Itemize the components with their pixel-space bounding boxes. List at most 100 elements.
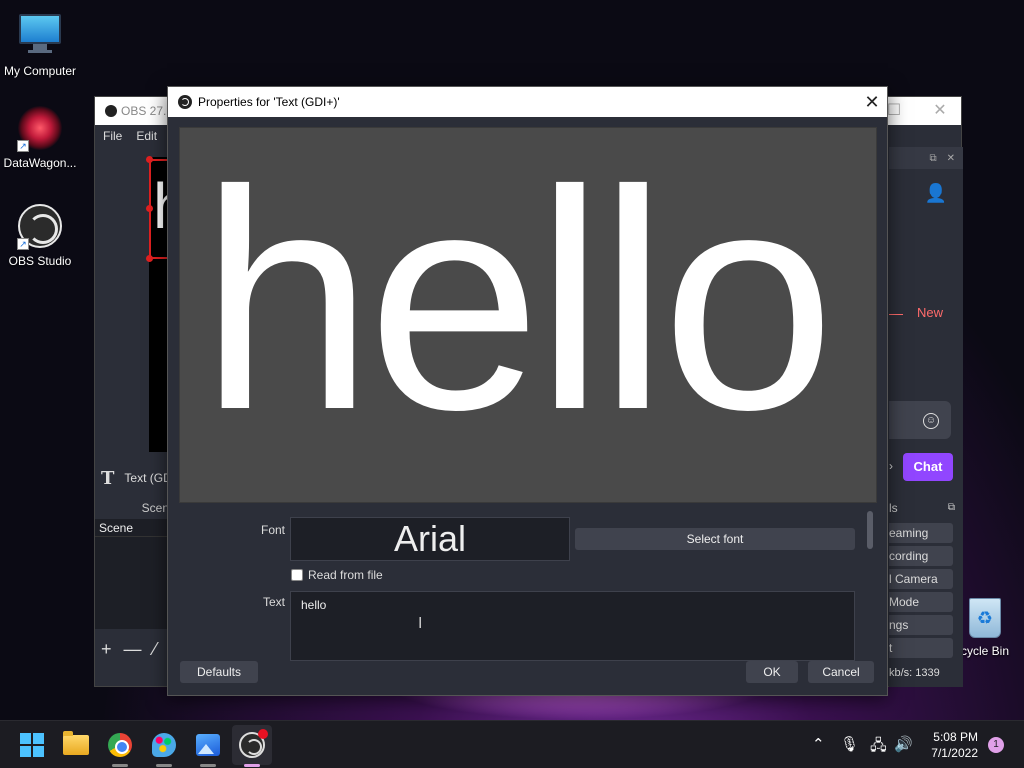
chat-button[interactable]: Chat (903, 453, 953, 481)
taskbar: ⌃ 🎙 🖧 🔊 5:08 PM 7/1/2022 1 (0, 720, 1024, 768)
start-button[interactable] (16, 729, 48, 761)
emoji-icon[interactable]: ☺ (923, 413, 939, 429)
microphone-icon[interactable]: 🎙 (840, 735, 859, 753)
dialog-footer: Defaults OK Cancel (168, 661, 887, 695)
text-input[interactable]: hello I (290, 591, 855, 661)
studio-mode-button[interactable]: Mode (889, 592, 953, 612)
shortcut-arrow-icon: ↗ (17, 238, 29, 250)
menu-file[interactable]: File (103, 129, 122, 143)
read-from-file-row[interactable]: Read from file (291, 568, 383, 582)
properties-dialog: Properties for 'Text (GDI+)' ✕ hello Fon… (167, 86, 888, 696)
volume-icon[interactable]: 🔊 (894, 735, 913, 753)
start-streaming-button[interactable]: eaming (889, 523, 953, 543)
properties-panel: Font Arial Select font Read from file Te… (168, 505, 889, 661)
running-indicator (244, 764, 260, 767)
windows-icon (20, 733, 44, 757)
select-font-button[interactable]: Select font (575, 528, 855, 550)
float-icon[interactable]: ⧉ (929, 153, 936, 164)
taskbar-photos[interactable] (192, 729, 224, 767)
read-from-file-checkbox[interactable] (291, 569, 303, 581)
exit-button[interactable]: t (889, 638, 953, 658)
notification-badge[interactable]: 1 (988, 737, 1004, 753)
dialog-titlebar: Properties for 'Text (GDI+)' ✕ (168, 87, 887, 117)
recording-indicator (258, 729, 268, 739)
controls-header-label: ls (889, 501, 898, 515)
scenes-dock-header: Scen (95, 497, 169, 519)
running-indicator (156, 764, 172, 767)
virtual-camera-button[interactable]: l Camera (889, 569, 953, 589)
running-indicator (112, 764, 128, 767)
add-scene-button[interactable]: + (101, 639, 112, 660)
taskbar-obs[interactable] (236, 729, 268, 767)
close-icon[interactable]: ✕ (857, 87, 887, 117)
paint-icon (152, 733, 176, 757)
float-icon[interactable]: ⧉ (948, 497, 955, 519)
obs-icon: ↗ (17, 204, 63, 250)
photos-icon (196, 734, 220, 756)
shortcut-arrow-icon: ↗ (17, 140, 29, 152)
scenes-list[interactable]: Scene (95, 519, 169, 629)
monitor-icon (17, 14, 63, 60)
close-icon[interactable]: ✕ (917, 97, 963, 125)
defaults-button[interactable]: Defaults (180, 661, 258, 683)
users-icon[interactable]: 👤 (925, 183, 947, 204)
ok-button[interactable]: OK (746, 661, 798, 683)
preview-text: hello (200, 127, 835, 475)
running-indicator (200, 764, 216, 767)
text-label: Text (262, 595, 285, 609)
chevron-up-icon[interactable]: ⌃ (812, 735, 825, 753)
close-icon[interactable]: ✕ (947, 153, 955, 164)
cancel-button[interactable]: Cancel (808, 661, 874, 683)
desktop-icon-datawagon[interactable]: ↗ DataWagon... (0, 106, 80, 170)
controls-dock-header: ls ⧉ (889, 497, 963, 519)
text-input-value: hello (301, 598, 327, 612)
source-name: Text (GD (124, 471, 169, 485)
menu-edit[interactable]: Edit (136, 129, 157, 143)
recycle-bin-icon: ♻ (969, 598, 1001, 638)
scrollbar[interactable] (865, 511, 875, 645)
taskbar-file-explorer[interactable] (60, 729, 92, 761)
desktop-icon-obs-studio[interactable]: ↗ OBS Studio (0, 204, 80, 268)
datawagon-icon: ↗ (17, 106, 63, 152)
obs-icon (178, 95, 192, 109)
settings-button[interactable]: ngs (889, 615, 953, 635)
clock[interactable]: 5:08 PM 7/1/2022 (931, 729, 978, 761)
list-item[interactable]: Scene (95, 519, 169, 537)
status-kbs: kb/s: 1339 (889, 667, 940, 679)
new-messages-label: New (916, 305, 943, 320)
chevron-right-icon[interactable]: › (889, 459, 893, 473)
desktop-icon-my-computer[interactable]: My Computer (0, 10, 80, 78)
obs-right-docks: ⧉ ✕ 👤 New ☺ › Chat ls ⧉ eaming cording l… (889, 147, 963, 687)
new-divider (889, 314, 903, 315)
scrollbar-thumb[interactable] (867, 511, 873, 549)
taskbar-chrome[interactable] (104, 729, 136, 767)
obs-icon (105, 105, 117, 117)
chat-dock-header: ⧉ ✕ (889, 147, 963, 169)
network-icon[interactable]: 🖧 (870, 735, 887, 760)
chrome-icon (108, 733, 132, 757)
dialog-title: Properties for 'Text (GDI+)' (198, 95, 340, 109)
scene-tools: + — ⁄ (95, 631, 169, 667)
desktop-icon-label: OBS Studio (8, 254, 72, 268)
font-label: Font (260, 523, 285, 537)
clock-date: 7/1/2022 (931, 746, 978, 760)
source-preview: hello (179, 127, 877, 503)
font-preview-box: Arial (290, 517, 570, 561)
desktop-icon-label: DataWagon... (3, 156, 77, 170)
taskbar-paint[interactable] (148, 729, 180, 767)
resize-handle[interactable] (146, 255, 153, 262)
chat-input[interactable]: ☺ (889, 401, 951, 439)
obs-window-title: OBS 27.2 (121, 104, 174, 118)
remove-scene-button[interactable]: — (124, 639, 142, 660)
edit-scene-button[interactable]: ⁄ (154, 639, 157, 660)
source-toolbar: T Text (GD (95, 461, 169, 495)
text-source-icon: T (101, 467, 115, 489)
resize-handle[interactable] (146, 205, 153, 212)
resize-handle[interactable] (146, 156, 153, 163)
folder-icon (63, 731, 89, 755)
text-cursor-icon: I (418, 615, 423, 632)
read-from-file-label: Read from file (308, 568, 383, 582)
start-recording-button[interactable]: cording (889, 546, 953, 566)
desktop-icon-label: My Computer (3, 64, 77, 78)
clock-time: 5:08 PM (933, 730, 978, 744)
